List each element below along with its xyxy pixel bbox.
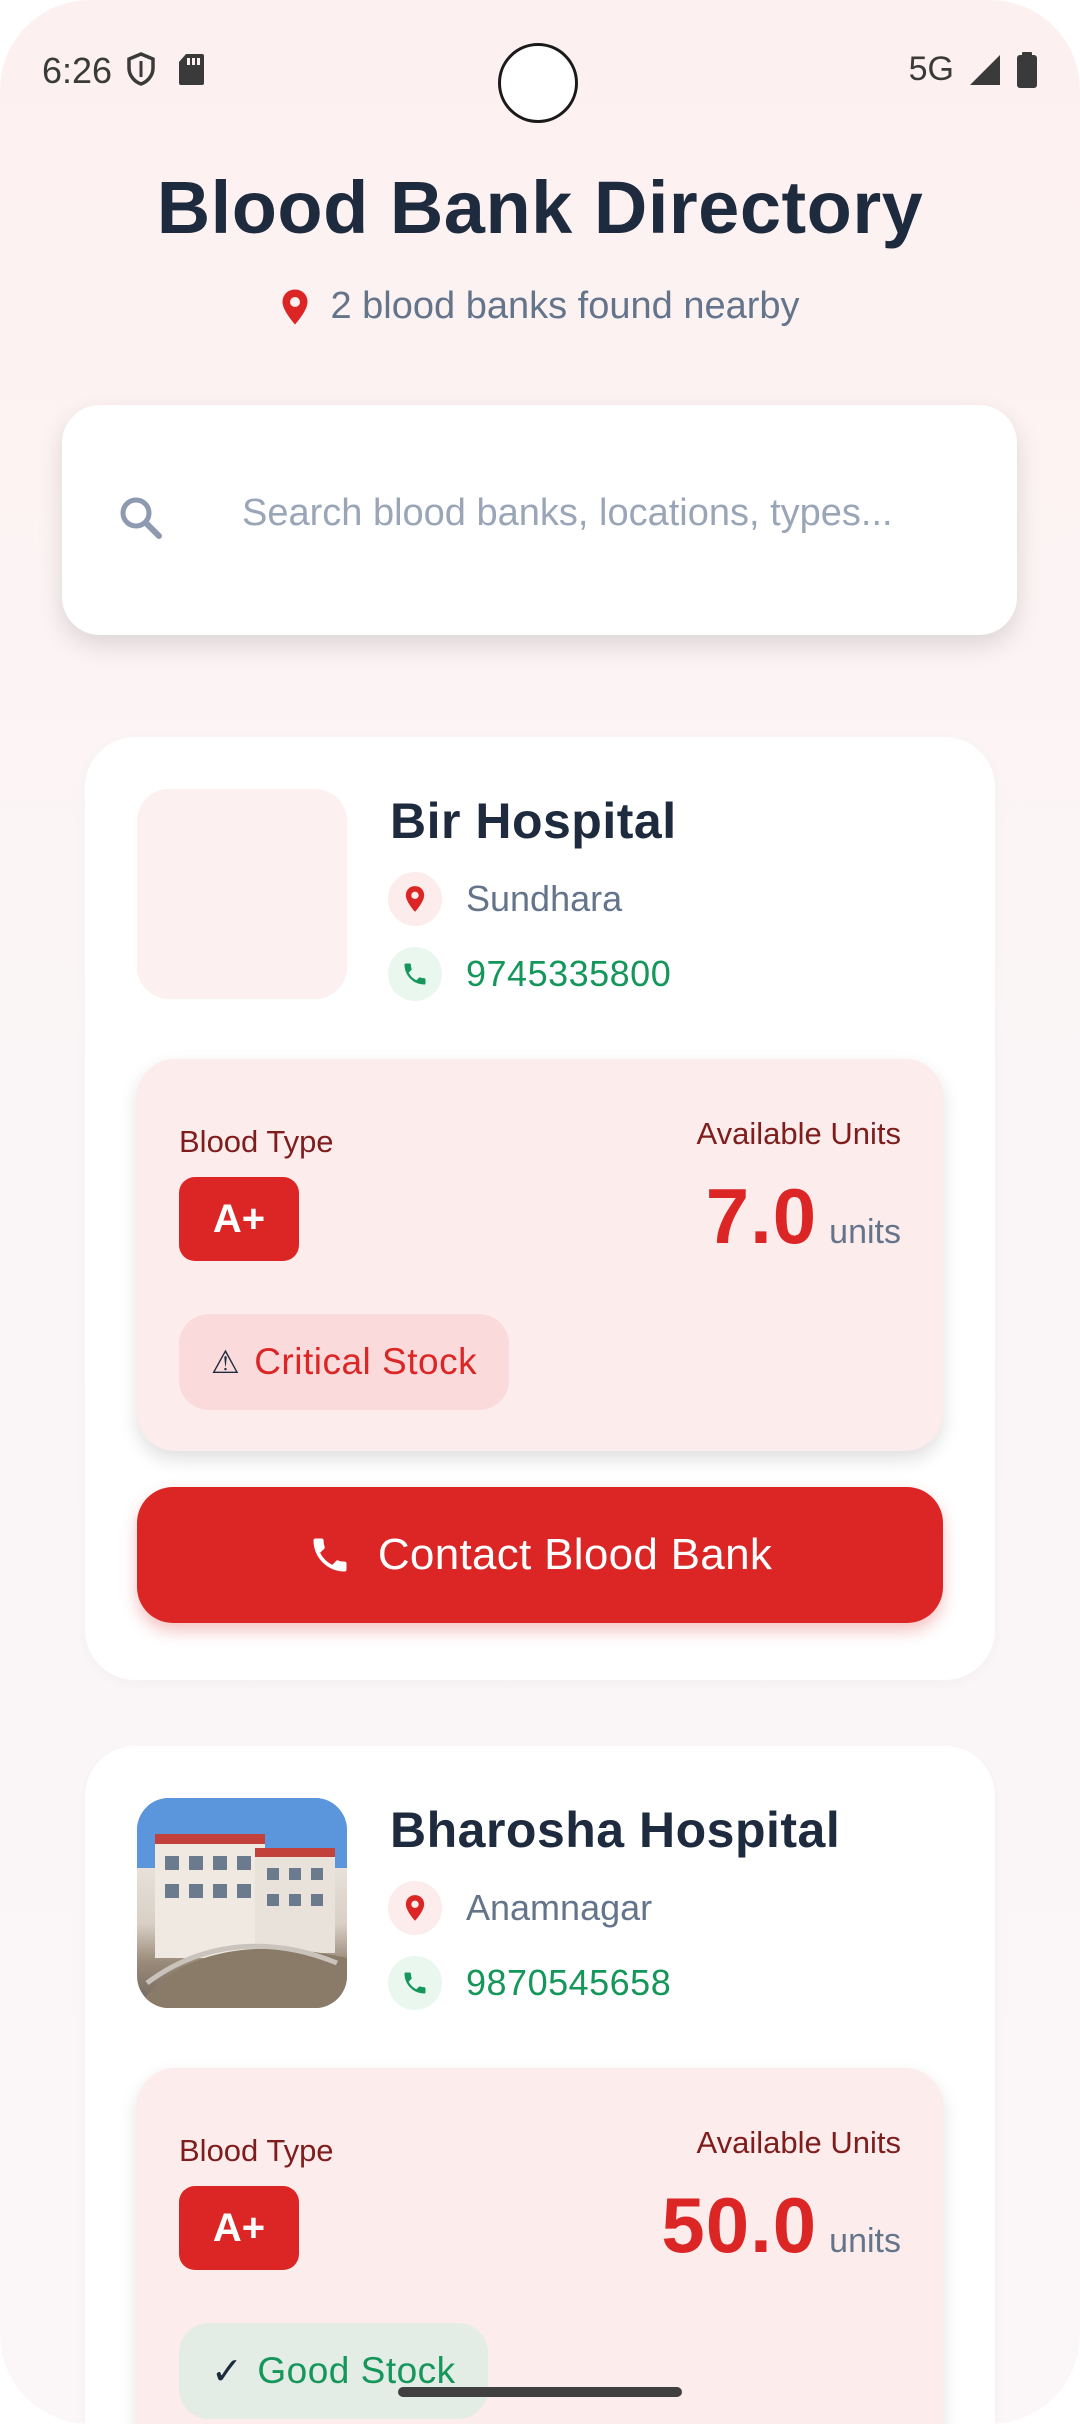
- stock-status-badge: ✓ Good Stock: [179, 2323, 488, 2419]
- units-value: 50.0: [661, 2181, 818, 2269]
- status-time: 6:26: [42, 50, 113, 91]
- location-text: Anamnagar: [466, 1887, 653, 1928]
- hospital-name: Bharosha Hospital: [390, 1802, 841, 1858]
- results-count-text: 2 blood banks found nearby: [330, 285, 800, 327]
- available-units-label: Available Units: [696, 1116, 901, 1151]
- available-units: 7.0 units: [706, 1171, 901, 1262]
- units-label: units: [829, 1213, 901, 1251]
- stock-panel: Blood Type A+ Available Units 7.0 units …: [137, 1059, 943, 1451]
- units-label: units: [829, 2222, 901, 2260]
- search-input[interactable]: [242, 492, 962, 535]
- app-screen: 6:26 5G Blood Bank Directory 2 blood ban…: [0, 0, 1080, 2424]
- stock-status-text: Good Stock: [257, 2350, 456, 2391]
- blood-type-label: Blood Type: [179, 1124, 334, 1159]
- status-left-icons: [126, 52, 204, 86]
- phone-icon: [388, 1956, 442, 2010]
- phone-icon: [313, 1538, 347, 1572]
- hospital-image-placeholder: [137, 789, 347, 999]
- stock-status-badge: ⚠ Critical Stock: [179, 1314, 510, 1410]
- hospital-name: Bir Hospital: [390, 793, 677, 849]
- stock-status-text: Critical Stock: [254, 1341, 478, 1382]
- home-indicator[interactable]: [398, 2387, 682, 2397]
- hospital-location: Anamnagar: [388, 1881, 652, 1935]
- camera-cutout: [498, 43, 578, 123]
- sd-card-icon: [179, 54, 204, 85]
- hospital-location: Sundhara: [388, 872, 622, 926]
- phone-icon: [388, 947, 442, 1001]
- location-text: Sundhara: [466, 878, 623, 919]
- blood-type-label: Blood Type: [179, 2133, 334, 2168]
- status-right-icons: 5G: [909, 50, 1038, 89]
- contact-button-label: Contact Blood Bank: [377, 1530, 773, 1579]
- hospital-phone[interactable]: 9870545658: [388, 1956, 671, 2010]
- contact-blood-bank-button[interactable]: Contact Blood Bank: [137, 1487, 943, 1623]
- checkmark-icon: ✓: [211, 2350, 244, 2393]
- phone-number[interactable]: 9745335800: [466, 953, 671, 995]
- signal-icon: [970, 54, 1000, 85]
- available-units: 50.0 units: [661, 2180, 901, 2271]
- blood-bank-card: Bir Hospital Sundhara 9745335800 Blood T…: [85, 737, 995, 1680]
- phone-number[interactable]: 9870545658: [466, 1962, 671, 2004]
- hospital-image: [137, 1798, 347, 2008]
- available-units-label: Available Units: [696, 2125, 901, 2160]
- location-pin-icon: [282, 289, 308, 324]
- warning-icon: ⚠: [211, 1344, 241, 1380]
- blood-type-badge: A+: [179, 2186, 299, 2270]
- network-type: 5G: [908, 50, 954, 88]
- blood-type-badge: A+: [179, 1177, 299, 1261]
- blood-bank-card: Bharosha Hospital Anamnagar 9870545658 B…: [85, 1746, 995, 2424]
- search-icon: [120, 497, 162, 539]
- hospital-phone[interactable]: 9745335800: [388, 947, 671, 1001]
- battery-icon: [1017, 51, 1037, 88]
- page-title: Blood Bank Directory: [156, 166, 924, 249]
- results-summary: 2 blood banks found nearby: [0, 285, 1080, 328]
- location-pin-icon: [388, 1881, 442, 1935]
- units-value: 7.0: [705, 1172, 818, 1260]
- location-pin-icon: [388, 872, 442, 926]
- stock-panel: Blood Type A+ Available Units 50.0 units…: [137, 2068, 943, 2424]
- shield-icon: [127, 52, 155, 86]
